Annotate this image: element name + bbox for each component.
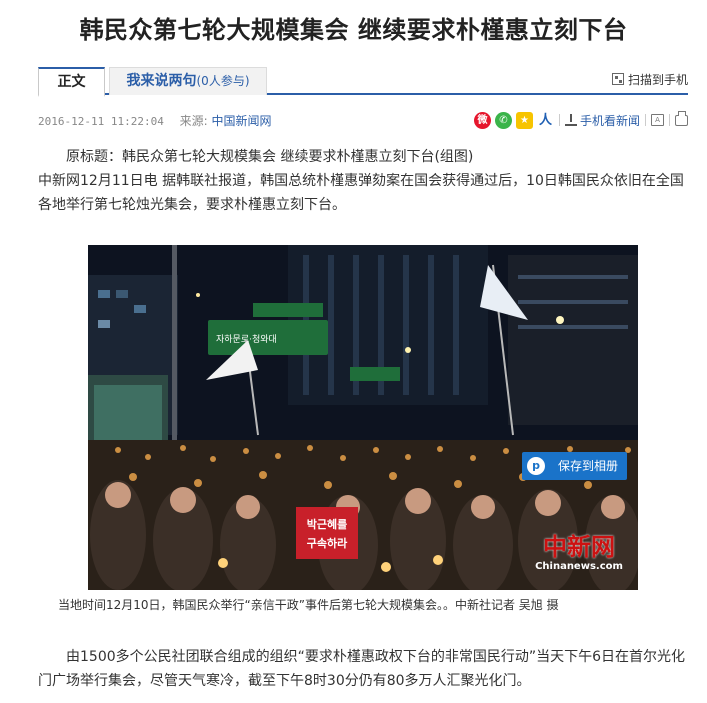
lead-paragraph: 中新网12月11日电 据韩联社报道，韩国总统朴槿惠弹劾案在国会获得通过后，10日… [38,173,684,213]
photo-caption: 当地时间12月10日，韩国民众举行“亲信干政”事件后第七轮大规模集会。。中新社记… [58,598,559,612]
source-link[interactable]: 中国新闻网 [212,114,272,128]
scan-to-mobile-label: 扫描到手机 [627,73,688,87]
publish-date: 2016-12-11 11:22:04 [38,115,164,128]
tab-comments-label: 我来说两句 [126,73,197,89]
comment-count: (0人参与) [196,74,250,88]
font-size-icon[interactable]: A [651,114,664,126]
weibo-icon[interactable]: 微 [473,111,491,129]
protest-sign-line1: 박근혜를 [307,517,347,531]
tab-bar: 正文 我来说两句(0人参与) 扫描到手机 [38,67,688,97]
tab-main-text[interactable]: 正文 [38,67,105,97]
source-label: 来源: [179,114,208,128]
watermark-en: Chinanews.com [535,561,623,572]
watermark-cn: 中新网 [543,532,615,561]
article-meta: 2016-12-11 11:22:04 来源: 中国新闻网 微 ✆ ★ 人 手机… [38,110,688,134]
article-photo: 자하문로·청와대 박근혜를 구속하라 中新网 Chinanews.com [88,245,638,590]
renren-icon[interactable]: 人 [536,111,554,129]
download-icon [564,114,577,126]
save-to-album-label: 保存到相册 [558,459,619,473]
qzone-icon[interactable]: ★ [515,111,533,129]
body-paragraph: 由1500多个公民社团联合组成的组织“要求朴槿惠政权下台的非常国民行动”当天下午… [38,649,686,689]
qr-code-icon [611,73,624,85]
divider [558,114,560,126]
divider [669,114,670,126]
album-logo-icon: p [527,457,545,475]
share-toolbar: 微 ✆ ★ 人 手机看新闻 A [470,110,688,130]
wechat-icon[interactable]: ✆ [494,111,512,129]
save-to-album-button[interactable]: p 保存到相册 [522,452,627,480]
protest-sign-line2: 구속하라 [307,536,348,550]
print-icon[interactable] [675,110,688,126]
tab-comments[interactable]: 我来说两句(0人参与) [109,67,267,95]
chinanews-watermark: 中新网 Chinanews.com [534,533,624,573]
original-title: 原标题：韩民众第七轮大规模集会 继续要求朴槿惠立刻下台(组图) [66,149,474,165]
scan-to-mobile-link[interactable]: 扫描到手机 [611,71,688,88]
divider [645,114,646,126]
mobile-news-link[interactable]: 手机看新闻 [580,112,640,129]
article-title: 韩民众第七轮大规模集会 继续要求朴槿惠立刻下台 [79,16,628,44]
